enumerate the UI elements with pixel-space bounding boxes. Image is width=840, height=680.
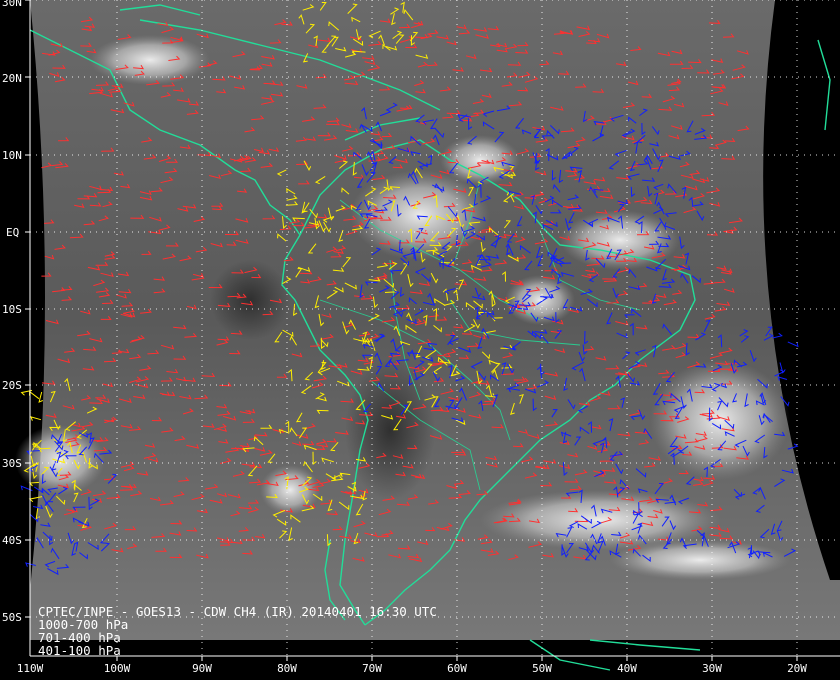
longitude-labels: 110W 100W 90W 80W 70W 60W 50W 40W 30W 20…: [17, 662, 808, 675]
lon-label-80w: 80W: [277, 662, 297, 675]
lat-label-20n: 20N: [2, 72, 22, 85]
lat-label-30n: 30N: [2, 0, 22, 9]
lon-label-90w: 90W: [192, 662, 212, 675]
lon-label-100w: 100W: [104, 662, 131, 675]
lon-label-20w: 20W: [787, 662, 807, 675]
legend-upper-level: 401-100 hPa: [38, 643, 121, 658]
lat-label-30s: 30S: [2, 457, 22, 470]
legend: 1000-700 hPa 701-400 hPa 401-100 hPa: [38, 617, 128, 658]
wind-barb: [30, 416, 42, 421]
lon-label-50w: 50W: [532, 662, 552, 675]
wind-barb: [787, 341, 799, 348]
lat-label-eq: EQ: [6, 226, 19, 239]
lon-label-30w: 30W: [702, 662, 722, 675]
lat-label-40s: 40S: [2, 534, 22, 547]
satellite-wind-map: 30N 20N 10N EQ 10S 20S 30S 40S 50S 110W …: [2, 0, 840, 675]
wind-barb: [38, 391, 43, 403]
lon-label-60w: 60W: [447, 662, 467, 675]
wind-barb: [779, 362, 786, 374]
lat-label-10n: 10N: [2, 149, 22, 162]
lat-label-10s: 10S: [2, 303, 22, 316]
lon-label-70w: 70W: [362, 662, 382, 675]
wind-barb: [772, 332, 783, 339]
lon-label-40w: 40W: [617, 662, 637, 675]
lat-label-20s: 20S: [2, 379, 22, 392]
wind-barb: [20, 485, 33, 492]
wind-barb: [29, 390, 40, 400]
lon-label-110w: 110W: [17, 662, 44, 675]
latitude-labels: 30N 20N 10N EQ 10S 20S 30S 40S 50S: [2, 0, 22, 624]
lat-label-50s: 50S: [2, 611, 22, 624]
